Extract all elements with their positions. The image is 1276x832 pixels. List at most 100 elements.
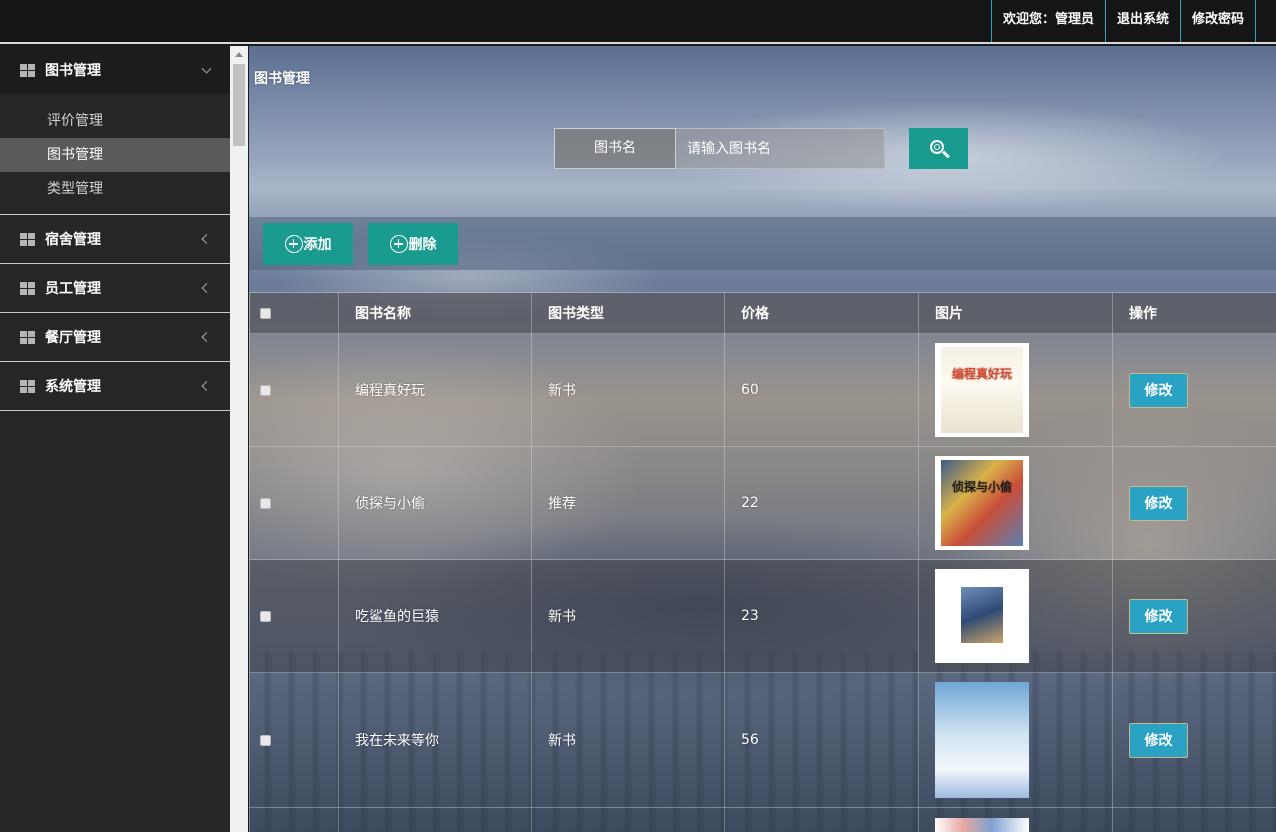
book-price: 56 [724,672,919,808]
scroll-thumb[interactable] [233,64,245,146]
action-cell: 修改 [1112,672,1276,808]
sidebar-item-reviews[interactable]: 评价管理 [0,104,230,138]
row-checkbox[interactable] [260,497,271,509]
table-row: 侦探与小偷 推荐 22 侦探与小偷 修改 [249,446,1276,560]
book-type: 新书 [531,559,725,673]
scroll-up-arrow-icon[interactable] [235,52,243,57]
menu-head-system[interactable]: 系统管理 [0,362,230,410]
menu-label: 餐厅管理 [45,330,101,346]
add-button-label: 添加 [303,237,332,253]
table-row: 编程真好玩 新书 60 编程真好玩 修改 [249,333,1276,447]
column-header: 图书名称 [338,292,532,334]
welcome-text: 欢迎您：管理员 [990,0,1105,42]
sidebar-item-types[interactable]: 类型管理 [0,172,230,206]
menu-head-books[interactable]: 图书管理 [0,46,230,94]
select-all-checkbox[interactable] [260,307,271,319]
row-select-cell [249,559,339,673]
plus-circle-icon [284,235,303,253]
search-icon [929,139,950,159]
search-bar: 图书名 [554,128,968,169]
cover-art [941,460,1023,546]
action-cell: 修改 [1112,446,1276,560]
book-cover-image: 编程真好玩 [935,343,1029,437]
page-title: 图书管理 [254,71,310,87]
menu-label: 图书管理 [45,63,101,79]
book-cover-image [935,682,1029,798]
sidebar-scrollbar[interactable] [230,46,248,832]
search-button[interactable] [909,128,968,169]
grid-icon [20,281,35,295]
cover-title: 侦探与小偷 [951,480,1012,494]
chevron-left-icon [201,332,212,342]
search-input[interactable] [676,128,885,169]
row-checkbox[interactable] [260,610,271,622]
edit-button[interactable]: 修改 [1129,485,1188,521]
cover-art [961,587,1003,643]
book-name: 侦探与小偷 [338,446,532,560]
row-select-cell [249,333,339,447]
grid-icon [20,63,35,77]
action-cell: 修改 [1112,333,1276,447]
delete-button[interactable]: 删除 [368,223,458,265]
plus-circle-icon [389,235,408,253]
book-cover-cell [918,807,1113,832]
edit-button[interactable]: 修改 [1129,722,1188,758]
chevron-left-icon [201,381,212,391]
book-cover-cell: 编程真好玩 [918,333,1113,447]
menu-group-dorm: 宿舍管理 [0,215,230,264]
cover-art [941,347,1023,433]
sidebar: 图书管理 评价管理 图书管理 类型管理 宿舍管理 员工管理 餐厅管理 系统管理 [0,46,230,832]
edit-button[interactable]: 修改 [1129,372,1188,408]
table-header-row: 图书名称 图书类型 价格 图片 操作 [249,292,1276,334]
sidebar-item-books[interactable]: 图书管理 [0,138,230,172]
top-links: 欢迎您：管理员 退出系统 修改密码 [990,0,1256,42]
column-header: 图片 [918,292,1113,334]
book-name: 编程真好玩 [338,333,532,447]
grid-icon [20,232,35,246]
add-button[interactable]: 添加 [263,223,353,265]
grid-icon [20,330,35,344]
row-checkbox[interactable] [260,384,271,396]
chevron-left-icon [201,234,212,244]
menu-group-books: 图书管理 评价管理 图书管理 类型管理 [0,46,230,215]
book-cover-cell [918,559,1113,673]
table-row [249,807,1276,832]
edit-button[interactable]: 修改 [1129,598,1188,634]
menu-head-canteen[interactable]: 餐厅管理 [0,313,230,361]
delete-button-label: 删除 [408,237,437,253]
menu-head-dorm[interactable]: 宿舍管理 [0,215,230,263]
menu-head-staff[interactable]: 员工管理 [0,264,230,312]
cover-art [935,682,1029,798]
row-checkbox[interactable] [260,734,271,746]
change-password-link[interactable]: 修改密码 [1179,0,1256,42]
book-cover-cell [918,672,1113,808]
menu-group-canteen: 餐厅管理 [0,313,230,362]
row-select-cell [249,807,339,832]
book-cover-cell: 侦探与小偷 [918,446,1113,560]
column-header: 图书类型 [531,292,725,334]
submenu-books: 评价管理 图书管理 类型管理 [0,94,230,214]
menu-label: 宿舍管理 [45,232,101,248]
chevron-down-icon [201,63,212,74]
toolbar: 添加 删除 [249,217,1276,270]
book-price [724,807,919,832]
grid-icon [20,379,35,393]
logout-link[interactable]: 退出系统 [1104,0,1180,42]
book-price: 60 [724,333,919,447]
menu-label: 员工管理 [45,281,101,297]
main-content: 图书管理 图书名 添加 删除 图书名称 图书类型 价格 图片 操 [249,46,1276,832]
book-cover-image: 侦探与小偷 [935,456,1029,550]
menu-label: 系统管理 [45,379,101,395]
table-row: 吃鲨鱼的巨猿 新书 23 修改 [249,559,1276,673]
book-type: 新书 [531,672,725,808]
chevron-left-icon [201,283,212,293]
top-bar: 欢迎您：管理员 退出系统 修改密码 [0,0,1276,44]
menu-group-system: 系统管理 [0,362,230,411]
action-cell: 修改 [1112,559,1276,673]
books-table: 图书名称 图书类型 价格 图片 操作 编程真好玩 新书 60 编程真好玩 修改 … [249,292,1276,832]
select-all-cell [249,292,339,334]
action-cell [1112,807,1276,832]
book-cover-image [935,818,1029,832]
menu-group-staff: 员工管理 [0,264,230,313]
book-name [338,807,532,832]
